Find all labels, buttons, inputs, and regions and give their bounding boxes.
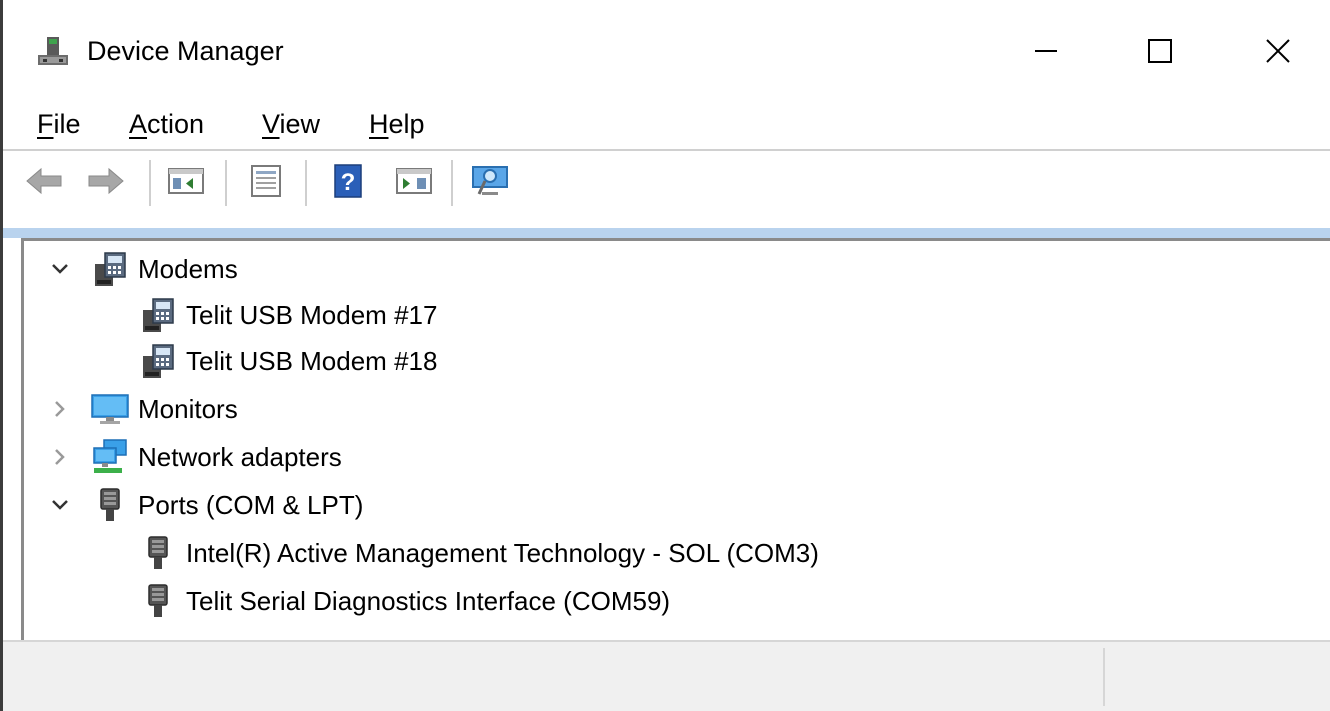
tree-node-ports[interactable]: Ports (COM & LPT) [24, 483, 363, 527]
tree-node-label: Intel(R) Active Management Technology - … [186, 537, 819, 568]
scan-for-hardware-changes-icon [472, 166, 508, 195]
action-pane-icon [396, 168, 432, 194]
tree-node-label: Network adapters [138, 441, 342, 472]
network-adapter-icon [90, 437, 130, 477]
show-hide-console-tree-button[interactable] [165, 160, 207, 202]
maximize-icon [1148, 39, 1172, 63]
forward-button[interactable] [85, 160, 127, 202]
forward-arrow-icon [88, 167, 124, 195]
tree-node-label: Telit USB Modem #18 [186, 345, 438, 376]
menu-file-accelerator: F [37, 109, 54, 139]
menu-action-label: ction [147, 109, 205, 139]
back-arrow-icon [26, 167, 62, 195]
help-button[interactable]: ? [327, 160, 369, 202]
toolbar-separator [451, 160, 453, 206]
port-icon [138, 533, 178, 573]
tree-node-network-adapters[interactable]: Network adapters [24, 435, 342, 479]
title-bar[interactable]: Device Manager [3, 0, 1330, 100]
menu-help-label: elp [388, 109, 425, 139]
tree-node-label: Telit USB Modem #17 [186, 299, 438, 330]
menu-help[interactable]: Help [369, 104, 425, 144]
menu-view-accelerator: V [262, 109, 280, 139]
menu-action-accelerator: A [129, 109, 148, 139]
maximize-button[interactable] [1125, 18, 1195, 84]
modem-icon [138, 341, 178, 381]
minimize-icon [1035, 50, 1057, 52]
close-icon [1266, 39, 1290, 63]
tree-node-device[interactable]: Telit USB Modem #17 [24, 293, 437, 337]
tree-node-device[interactable]: Telit Serial Diagnostics Interface (COM5… [24, 579, 670, 623]
svg-text:?: ? [341, 169, 356, 196]
pane-header-strip [3, 228, 1330, 238]
device-manager-icon [35, 33, 71, 69]
menu-file-label: ile [53, 109, 81, 139]
menu-view-label: iew [279, 109, 321, 139]
toolbar: ? [3, 152, 1330, 212]
status-bar [3, 640, 1330, 711]
properties-icon [251, 165, 281, 197]
chevron-right-icon[interactable] [48, 445, 72, 469]
menu-divider [3, 149, 1330, 151]
back-button[interactable] [23, 160, 65, 202]
tree-node-label: Ports (COM & LPT) [138, 489, 364, 520]
chevron-down-icon[interactable] [48, 257, 72, 281]
menu-view[interactable]: View [262, 104, 320, 144]
port-icon [138, 581, 178, 621]
show-hide-console-tree-icon [168, 168, 204, 194]
menu-bar: File Action View Help [3, 100, 1330, 148]
menu-file[interactable]: File [37, 104, 81, 144]
menu-help-accelerator: H [369, 109, 389, 139]
minimize-button[interactable] [1011, 18, 1081, 84]
toolbar-separator [225, 160, 227, 206]
status-pane-divider [1103, 648, 1105, 706]
modem-icon [90, 249, 130, 289]
tree-node-label: Modems [138, 253, 238, 284]
modem-icon [138, 295, 178, 335]
scan-for-hardware-changes-button[interactable] [469, 160, 511, 202]
tree-node-monitors[interactable]: Monitors [24, 387, 238, 431]
chevron-right-icon[interactable] [48, 397, 72, 421]
action-pane-button[interactable] [393, 160, 435, 202]
tree-node-device[interactable]: Telit USB Modem #18 [24, 339, 437, 383]
device-manager-window: Device Manager File Action View Help ? M… [0, 0, 1330, 711]
tree-node-label: Monitors [138, 393, 238, 424]
monitor-icon [90, 389, 130, 429]
toolbar-separator [149, 160, 151, 206]
close-button[interactable] [1243, 18, 1313, 84]
tree-node-device[interactable]: Intel(R) Active Management Technology - … [24, 531, 819, 575]
tree-node-label: Telit Serial Diagnostics Interface (COM5… [186, 585, 671, 616]
menu-action[interactable]: Action [129, 104, 204, 144]
help-icon: ? [334, 164, 362, 198]
tree-node-modems[interactable]: Modems [24, 247, 238, 291]
port-icon [90, 485, 130, 525]
properties-button[interactable] [245, 160, 287, 202]
window-title: Device Manager [87, 36, 284, 66]
device-tree[interactable]: Modems Telit USB Modem #17 Telit USB Mod… [21, 238, 1330, 640]
toolbar-separator [305, 160, 307, 206]
chevron-down-icon[interactable] [48, 493, 72, 517]
